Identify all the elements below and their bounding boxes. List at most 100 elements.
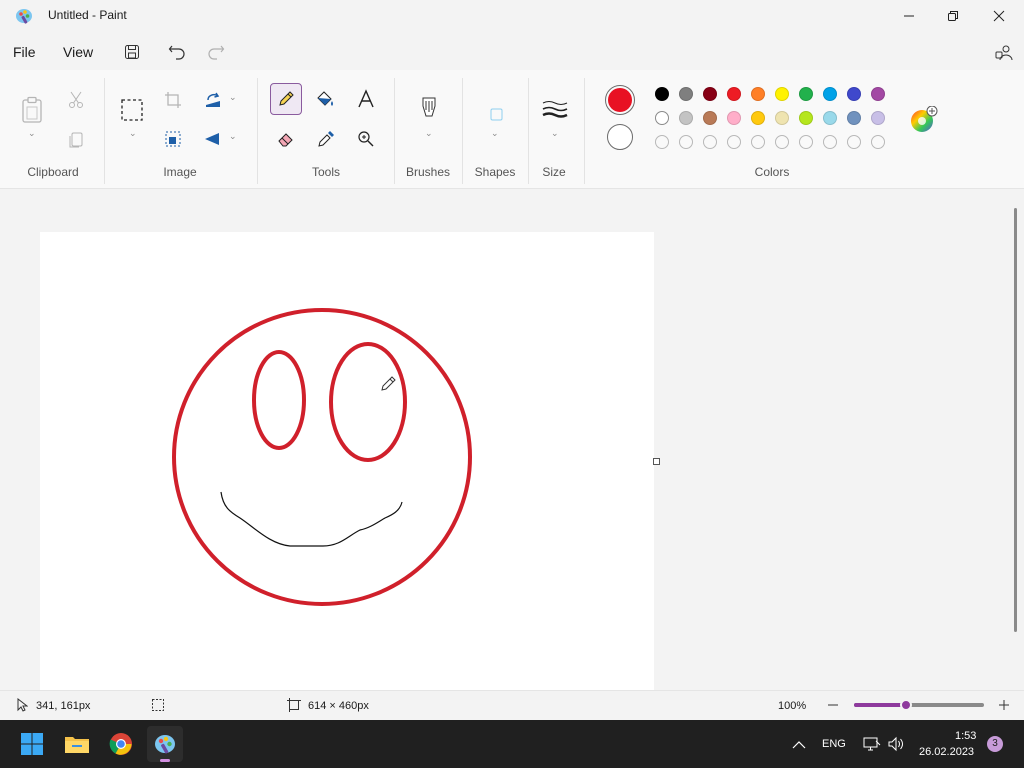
start-button[interactable] bbox=[14, 726, 50, 762]
color-swatch[interactable] bbox=[823, 87, 837, 101]
canvas-resize-handle[interactable] bbox=[653, 458, 660, 465]
notification-badge[interactable]: 3 bbox=[987, 736, 1003, 752]
minimize-button[interactable] bbox=[886, 0, 932, 32]
size-button[interactable] bbox=[542, 100, 568, 125]
pencil-tool-button[interactable] bbox=[270, 83, 302, 115]
save-button[interactable] bbox=[120, 40, 144, 64]
color-swatch[interactable] bbox=[847, 87, 861, 101]
eraser-icon bbox=[278, 133, 293, 147]
window-title: Untitled - Paint bbox=[48, 8, 127, 22]
secondary-color-button[interactable] bbox=[607, 124, 633, 150]
paste-button[interactable] bbox=[20, 96, 44, 129]
crop-button[interactable] bbox=[159, 86, 187, 114]
select-button[interactable] bbox=[120, 98, 144, 127]
input-language[interactable]: ENG bbox=[822, 738, 846, 750]
color-swatch[interactable] bbox=[679, 111, 693, 125]
flip-button[interactable] bbox=[199, 125, 227, 153]
magnifier-tool-button[interactable] bbox=[352, 125, 380, 153]
rotate-dropdown-chevron-icon[interactable]: ⌄ bbox=[229, 92, 237, 103]
color-swatch[interactable] bbox=[727, 87, 741, 101]
chrome-taskbar-button[interactable] bbox=[103, 726, 139, 762]
account-button[interactable] bbox=[992, 40, 1016, 64]
color-swatch[interactable] bbox=[655, 87, 669, 101]
color-swatch[interactable] bbox=[703, 111, 717, 125]
color-swatch[interactable] bbox=[775, 111, 789, 125]
custom-color-slot[interactable] bbox=[799, 135, 813, 149]
right-eye bbox=[329, 342, 407, 462]
custom-color-slot[interactable] bbox=[655, 135, 669, 149]
color-swatch[interactable] bbox=[751, 111, 765, 125]
color-swatch[interactable] bbox=[799, 87, 813, 101]
flip-dropdown-chevron-icon[interactable]: ⌄ bbox=[229, 131, 237, 142]
magnifier-icon bbox=[358, 131, 374, 147]
canvas-size-icon bbox=[287, 698, 301, 717]
zoom-slider[interactable] bbox=[854, 699, 984, 711]
custom-color-slot[interactable] bbox=[871, 135, 885, 149]
copy-icon bbox=[69, 132, 83, 148]
undo-button[interactable] bbox=[165, 40, 189, 64]
brushes-dropdown-chevron-icon[interactable]: ⌄ bbox=[425, 128, 433, 139]
network-icon[interactable] bbox=[863, 736, 881, 757]
rotate-button[interactable] bbox=[199, 86, 227, 114]
custom-color-slot[interactable] bbox=[775, 135, 789, 149]
save-icon bbox=[125, 45, 139, 59]
paste-dropdown-chevron-icon[interactable]: ⌄ bbox=[28, 128, 36, 139]
primary-color-button[interactable] bbox=[605, 85, 635, 115]
color-swatch[interactable] bbox=[679, 87, 693, 101]
close-button[interactable] bbox=[976, 0, 1022, 32]
file-menu[interactable]: File bbox=[13, 44, 36, 60]
color-swatch[interactable] bbox=[703, 87, 717, 101]
file-explorer-taskbar-button[interactable] bbox=[59, 726, 95, 762]
resize-icon bbox=[165, 131, 181, 147]
vertical-scrollbar[interactable] bbox=[1014, 208, 1017, 632]
tools-group-label: Tools bbox=[311, 165, 340, 179]
drawing-canvas[interactable] bbox=[40, 232, 654, 690]
shapes-group-label: Shapes bbox=[474, 165, 516, 179]
color-swatch[interactable] bbox=[655, 111, 669, 125]
color-swatch[interactable] bbox=[871, 87, 885, 101]
clock-date[interactable]: 26.02.2023 bbox=[919, 746, 974, 758]
custom-color-slot[interactable] bbox=[847, 135, 861, 149]
zoom-slider-fill bbox=[854, 703, 906, 707]
color-swatch[interactable] bbox=[799, 111, 813, 125]
volume-icon[interactable] bbox=[887, 736, 905, 757]
zoom-slider-thumb[interactable] bbox=[900, 699, 912, 711]
chevron-up-icon bbox=[792, 741, 806, 749]
copy-button[interactable] bbox=[62, 125, 90, 153]
eraser-tool-button[interactable] bbox=[272, 125, 300, 153]
folder-icon bbox=[65, 737, 89, 753]
cut-button[interactable] bbox=[62, 86, 90, 114]
restore-button[interactable] bbox=[930, 0, 976, 32]
color-swatch[interactable] bbox=[751, 87, 765, 101]
color-swatch[interactable] bbox=[727, 111, 741, 125]
color-swatch[interactable] bbox=[871, 111, 885, 125]
size-dropdown-chevron-icon[interactable]: ⌄ bbox=[551, 128, 559, 139]
color-swatch[interactable] bbox=[823, 111, 837, 125]
select-dropdown-chevron-icon[interactable]: ⌄ bbox=[129, 128, 137, 139]
paint-icon bbox=[155, 735, 175, 754]
redo-button[interactable] bbox=[204, 40, 228, 64]
size-group-label: Size bbox=[542, 165, 566, 179]
color-picker-tool-button[interactable] bbox=[312, 125, 340, 153]
color-swatch[interactable] bbox=[775, 87, 789, 101]
zoom-in-button[interactable] bbox=[997, 698, 1011, 717]
custom-color-slot[interactable] bbox=[679, 135, 693, 149]
show-hidden-icons-button[interactable] bbox=[792, 737, 806, 755]
shapes-dropdown-chevron-icon[interactable]: ⌄ bbox=[491, 128, 499, 139]
edit-colors-button[interactable] bbox=[910, 105, 938, 139]
view-menu[interactable]: View bbox=[63, 44, 93, 60]
custom-color-slot[interactable] bbox=[751, 135, 765, 149]
text-tool-button[interactable] bbox=[352, 85, 380, 113]
custom-color-slot[interactable] bbox=[727, 135, 741, 149]
fill-tool-button[interactable] bbox=[311, 85, 339, 113]
clock-time[interactable]: 1:53 bbox=[955, 730, 976, 742]
shapes-button[interactable] bbox=[490, 108, 504, 127]
color-swatch[interactable] bbox=[847, 111, 861, 125]
image-resize-button[interactable] bbox=[159, 125, 187, 153]
paint-taskbar-button[interactable] bbox=[147, 726, 183, 762]
custom-color-slot[interactable] bbox=[703, 135, 717, 149]
cursor-position-icon bbox=[16, 697, 29, 717]
custom-color-slot[interactable] bbox=[823, 135, 837, 149]
zoom-out-button[interactable] bbox=[826, 698, 840, 717]
brushes-button[interactable] bbox=[418, 96, 440, 127]
